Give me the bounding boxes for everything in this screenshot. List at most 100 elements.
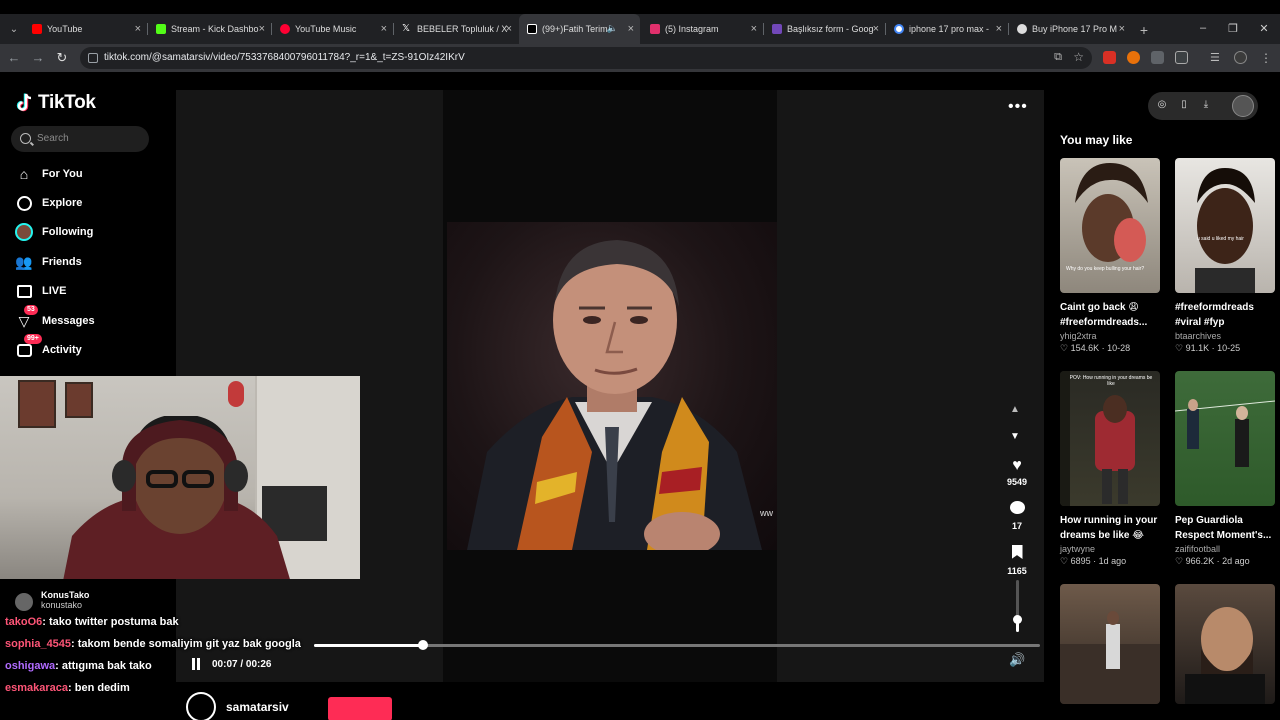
video-thumbnail[interactable]	[1175, 584, 1275, 704]
tab-instagram[interactable]: (5) Instagram ×	[642, 14, 763, 44]
x-favicon-icon: 𝕏	[402, 23, 411, 34]
install-app-icon[interactable]: ⧉	[1054, 51, 1062, 64]
tab-tiktok-active[interactable]: (99+)Fatih Terim 🔈 ×	[519, 14, 640, 44]
search-icon	[20, 133, 31, 144]
extension-orange-icon[interactable]	[1127, 51, 1140, 64]
follow-button[interactable]	[328, 697, 392, 720]
recommended-video-card[interactable]: Pep Guardiola Respect Moment's... zaifif…	[1175, 371, 1275, 567]
reload-icon[interactable]: ↻	[54, 50, 70, 66]
comment-button[interactable]: 17	[1002, 501, 1032, 531]
video-thumbnail[interactable]	[1175, 371, 1275, 506]
search-input[interactable]: Search	[11, 126, 149, 152]
tab-apple[interactable]: Buy iPhone 17 Pro M ×	[1009, 14, 1131, 44]
recommended-video-card[interactable]	[1060, 584, 1160, 704]
video-still-man-scarf	[467, 240, 762, 550]
address-bar[interactable]: tiktok.com/@samatarsiv/video/75337684007…	[80, 47, 1092, 69]
tab-audio-icon[interactable]: 🔈	[607, 23, 618, 34]
card-author[interactable]: jaytwyne	[1060, 544, 1160, 554]
live-icon	[14, 281, 34, 301]
tab-close-icon[interactable]: ×	[751, 23, 757, 35]
sidebar-item-following[interactable]: Following	[14, 221, 93, 243]
recommended-video-card[interactable]: POV: How running in your dreams be like …	[1060, 371, 1160, 567]
user-avatar[interactable]	[1232, 95, 1254, 117]
sidebar-item-label: LIVE	[42, 285, 67, 297]
extension-gray-icon[interactable]	[1151, 51, 1164, 64]
volume-icon[interactable]: 🔊	[1009, 652, 1025, 668]
previous-video-icon[interactable]: ▲	[1010, 404, 1020, 415]
thumbnail-football-pitch-image	[1175, 399, 1275, 467]
close-window-icon[interactable]: ✕	[1257, 22, 1271, 35]
extension-red-icon[interactable]	[1103, 51, 1116, 64]
tab-title: Buy iPhone 17 Pro M	[1032, 24, 1118, 34]
recommended-video-card[interactable]	[1175, 584, 1275, 704]
card-likes: 154.6K	[1070, 343, 1100, 353]
thumbnail-man-image	[1185, 607, 1265, 704]
tab-close-icon[interactable]: ×	[381, 23, 387, 35]
recommended-video-card[interactable]: u said u liked my hair #freeformdreads #…	[1175, 158, 1275, 354]
download-icon[interactable]: ⤓	[1200, 99, 1212, 111]
profile-avatar-icon[interactable]	[1234, 51, 1247, 64]
sidebar-item-explore[interactable]: Explore	[14, 192, 82, 214]
tab-close-icon[interactable]: ×	[873, 23, 879, 35]
chat-message: oshigawa: attıgıma bak tako	[5, 660, 301, 682]
coin-icon[interactable]: ◎	[1156, 99, 1168, 111]
video-progress-fill	[314, 644, 423, 647]
video-frame[interactable]	[447, 222, 777, 550]
recommended-video-card[interactable]: Why do you keep bulling your hair? Caint…	[1060, 158, 1160, 354]
sidebar-item-live[interactable]: LIVE	[14, 280, 66, 302]
tab-search-chevron-icon[interactable]: ⌄	[6, 22, 22, 38]
sidebar-item-messages[interactable]: ▽ 53 Messages	[14, 305, 95, 332]
apple-favicon-icon	[1017, 24, 1027, 34]
sidebar-item-friends[interactable]: 👥 Friends	[14, 251, 81, 273]
tab-title: Başlıksız form - Goog	[787, 24, 874, 34]
card-author[interactable]: yhig2xtra	[1060, 331, 1160, 341]
tab-google-search[interactable]: iphone 17 pro max - ×	[886, 14, 1008, 44]
new-tab-button[interactable]: +	[1136, 22, 1152, 38]
like-button[interactable]: ♥ 9549	[1002, 457, 1032, 487]
tab-close-icon[interactable]: ×	[135, 23, 141, 35]
next-video-icon[interactable]: ▼	[1010, 431, 1020, 442]
site-info-icon[interactable]	[88, 53, 98, 63]
tab-close-icon[interactable]: ×	[259, 23, 265, 35]
tiktok-logo-text: TikTok	[38, 92, 96, 113]
browser-menu-icon[interactable]: ⋮	[1260, 51, 1273, 65]
forward-arrow-icon[interactable]: →	[30, 50, 46, 66]
card-title: Caint go back 😩 #freeformdreads...	[1060, 300, 1160, 330]
mobile-app-icon[interactable]: ▯	[1178, 99, 1190, 111]
bookmark-star-icon[interactable]: ☆	[1073, 50, 1084, 64]
tab-close-icon[interactable]: ×	[506, 23, 512, 35]
tab-close-icon[interactable]: ×	[996, 23, 1002, 35]
more-options-icon[interactable]: •••	[1008, 98, 1028, 116]
minimize-icon[interactable]: –	[1196, 22, 1210, 34]
video-thumbnail[interactable]: Why do you keep bulling your hair?	[1060, 158, 1160, 293]
sidebar-item-for-you[interactable]: ⌂ For You	[14, 163, 83, 185]
streamer-webcam-overlay	[0, 376, 360, 579]
save-button[interactable]: 1165	[1002, 545, 1032, 576]
tab-close-icon[interactable]: ×	[628, 23, 634, 35]
volume-slider-handle[interactable]	[1013, 615, 1022, 624]
video-thumbnail[interactable]: u said u liked my hair	[1175, 158, 1275, 293]
restore-icon[interactable]: ❐	[1226, 22, 1240, 35]
sidebar-item-label: Messages	[42, 315, 95, 327]
tab-x[interactable]: 𝕏 BEBELER Topluluk / X ×	[394, 14, 518, 44]
chat-text: : attıgıma bak tako	[55, 660, 152, 672]
video-thumbnail[interactable]: POV: How running in your dreams be like	[1060, 371, 1160, 506]
tab-google-form[interactable]: Başlıksız form - Goog ×	[764, 14, 885, 44]
video-thumbnail[interactable]	[1060, 584, 1160, 704]
tiktok-logo[interactable]: TikTok	[16, 92, 96, 114]
extensions-puzzle-icon[interactable]	[1175, 51, 1188, 64]
tab-close-icon[interactable]: ×	[1119, 23, 1125, 35]
tab-youtube-music[interactable]: YouTube Music ×	[272, 14, 393, 44]
tiktok-logo-icon	[16, 93, 32, 112]
tab-menu-icon[interactable]: ☰	[1210, 51, 1223, 64]
card-author[interactable]: btaarchives	[1175, 331, 1275, 341]
tab-title: YouTube	[47, 24, 83, 34]
back-arrow-icon[interactable]: ←	[6, 50, 22, 66]
tab-kick[interactable]: Stream - Kick Dashbo ×	[148, 14, 271, 44]
heart-icon: ♥	[1012, 457, 1022, 474]
tab-youtube[interactable]: YouTube ×	[24, 14, 147, 44]
sidebar-item-activity[interactable]: 99+ Activity	[14, 334, 82, 361]
video-progress-handle[interactable]	[418, 640, 428, 650]
search-placeholder: Search	[37, 133, 69, 144]
card-author[interactable]: zaififootball	[1175, 544, 1275, 554]
